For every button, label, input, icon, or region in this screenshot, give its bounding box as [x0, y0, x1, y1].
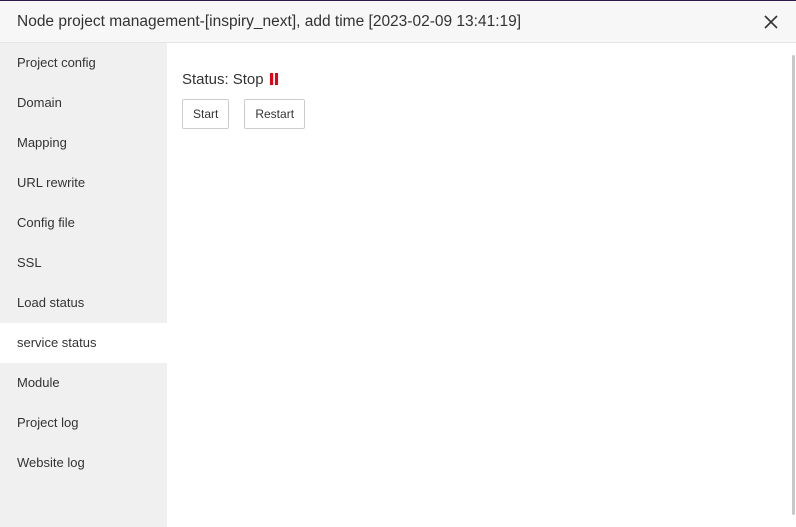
node-project-dialog: Node project management-[inspiry_next], …: [0, 0, 796, 527]
dialog-body: Project config Domain Mapping URL rewrit…: [0, 43, 796, 527]
scrollbar[interactable]: [792, 55, 795, 515]
status-label: Status:: [182, 70, 229, 88]
status-line: Status: Stop: [182, 69, 781, 89]
pause-icon: [269, 73, 278, 85]
sidebar-item-domain[interactable]: Domain: [0, 83, 167, 123]
sidebar-item-load-status[interactable]: Load status: [0, 283, 167, 323]
sidebar-item-project-log[interactable]: Project log: [0, 403, 167, 443]
sidebar-item-service-status[interactable]: service status: [0, 323, 167, 363]
status-value: Stop: [232, 70, 264, 88]
sidebar-item-mapping[interactable]: Mapping: [0, 123, 167, 163]
sidebar: Project config Domain Mapping URL rewrit…: [0, 43, 167, 527]
service-status-panel: Status: Stop Start Restart: [167, 43, 796, 527]
sidebar-item-website-log[interactable]: Website log: [0, 443, 167, 483]
restart-button[interactable]: Restart: [244, 99, 306, 129]
sidebar-item-config-file[interactable]: Config file: [0, 203, 167, 243]
dialog-title: Node project management-[inspiry_next], …: [17, 12, 522, 30]
start-button[interactable]: Start: [182, 99, 230, 129]
close-button[interactable]: [762, 13, 780, 31]
action-buttons: Start Restart: [182, 99, 781, 129]
sidebar-item-module[interactable]: Module: [0, 363, 167, 403]
sidebar-item-url-rewrite[interactable]: URL rewrite: [0, 163, 167, 203]
close-icon: [764, 15, 778, 29]
dialog-titlebar: Node project management-[inspiry_next], …: [0, 1, 796, 43]
sidebar-item-project-config[interactable]: Project config: [0, 43, 167, 83]
sidebar-item-ssl[interactable]: SSL: [0, 243, 167, 283]
